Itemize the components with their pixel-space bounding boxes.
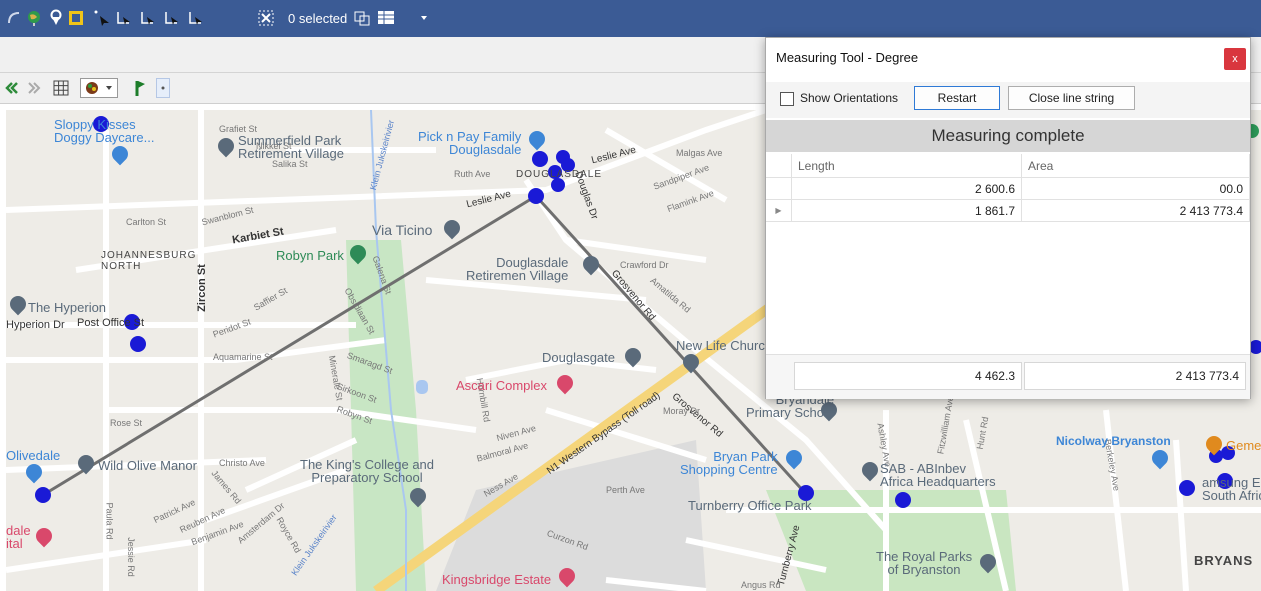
street-label: Ruth Ave	[454, 169, 491, 179]
street-label: Aquamarine St	[213, 352, 273, 362]
pin-icon[interactable]	[46, 8, 66, 28]
poi-label[interactable]: The King's College and Preparatory Schoo…	[300, 458, 434, 484]
poi-label[interactable]: The Royal Parks of Bryanston	[876, 550, 972, 576]
poi-label[interactable]: Ascari Complex	[456, 378, 547, 393]
total-length: 4 462.3	[794, 362, 1022, 390]
dialog-title: Measuring Tool - Degree	[776, 50, 919, 65]
small-button-icon[interactable]	[156, 78, 170, 98]
row-header-corner	[766, 154, 792, 178]
select-arrow-icon[interactable]	[92, 8, 112, 28]
poi-label[interactable]: Kingsbridge Estate	[442, 572, 551, 587]
cell-length[interactable]: 2 600.6	[792, 178, 1022, 200]
street-label: Angus Rd	[741, 580, 781, 590]
measuring-tool-dialog: Measuring Tool - Degree x Show Orientati…	[765, 37, 1251, 399]
poi-label[interactable]: SAB - ABInbev Africa Headquarters	[880, 462, 996, 488]
poi-label[interactable]: Pick n Pay Family Douglasdale	[418, 130, 521, 156]
status-header: Measuring complete	[766, 120, 1250, 152]
street-label: Christo Ave	[219, 458, 265, 468]
grid-icon[interactable]	[52, 78, 70, 98]
green-marker-icon[interactable]	[132, 78, 148, 98]
select-polygon-clear-icon[interactable]	[186, 8, 206, 28]
poi-label[interactable]: Nicolway Bryanston	[1056, 434, 1171, 448]
street-label: Crawford Dr	[620, 260, 669, 270]
restart-button[interactable]: Restart	[914, 86, 1000, 110]
globe-icon[interactable]	[24, 8, 44, 28]
street-label: Moray Dr	[663, 406, 701, 416]
poi-label[interactable]: Robyn Park	[276, 248, 344, 263]
double-chevron-left-icon[interactable]	[4, 78, 20, 98]
area-label: DOUGLASDALE	[516, 169, 603, 180]
measurements-grid: Measuring complete Length Area 2 600.6 0…	[766, 118, 1250, 399]
export-selection-icon[interactable]	[352, 8, 372, 28]
row-selector[interactable]	[766, 178, 792, 200]
close-icon: x	[1232, 53, 1238, 65]
column-header-length[interactable]: Length	[792, 154, 1022, 178]
select-polygon-remove-icon[interactable]	[162, 8, 182, 28]
cell-length[interactable]: 1 861.7	[792, 200, 1022, 222]
street-label: Hyperion Dr	[6, 319, 65, 331]
yellow-square-icon[interactable]	[66, 8, 86, 28]
poi-label[interactable]: Via Ticino	[372, 222, 432, 238]
current-row-arrow-icon: ▶	[775, 206, 782, 215]
street-label: Perth Ave	[606, 485, 645, 495]
poi-label[interactable]: dale ital	[6, 524, 31, 550]
dialog-toolbar: Show Orientations Restart Close line str…	[766, 82, 1250, 119]
street-label: Carlton St	[126, 217, 167, 227]
clear-selection-icon[interactable]	[256, 8, 276, 28]
show-orientations-label[interactable]: Show Orientations	[800, 91, 898, 105]
poi-label[interactable]: New Life Churc	[676, 338, 765, 353]
street-label: Malgas Ave	[676, 148, 723, 158]
street-label: Zircon St	[195, 264, 208, 312]
poi-label[interactable]: Geme	[1226, 438, 1261, 453]
poi-label[interactable]: Olivedale	[6, 448, 60, 463]
table-icon[interactable]	[376, 8, 396, 28]
street-label: Jessie Rd	[125, 537, 136, 577]
street-label: Post Office St	[77, 317, 145, 329]
selection-count: 0 selected	[288, 11, 348, 26]
poi-label[interactable]: Sloppy Kisses Doggy Daycare...	[54, 118, 154, 144]
select-polygon-icon[interactable]	[114, 8, 134, 28]
area-label: BRYANS	[1194, 553, 1254, 568]
street-label: Rose St	[110, 418, 143, 428]
poi-label[interactable]: Wild Olive Manor	[98, 458, 197, 473]
area-label: JOHANNESBURG NORTH	[101, 250, 197, 272]
close-button[interactable]: x	[1224, 48, 1246, 70]
poi-label[interactable]: Douglasdale Retiremen Village	[466, 256, 568, 282]
poi-label[interactable]: Summerfield Park Retirement Village	[238, 134, 344, 160]
cell-area[interactable]: 2 413 773.4	[1022, 200, 1250, 222]
column-header-area[interactable]: Area	[1022, 154, 1250, 178]
main-toolbar: 0 selected	[0, 0, 1261, 37]
double-chevron-right-icon[interactable]	[26, 78, 42, 98]
row-selector-current[interactable]: ▶	[766, 200, 792, 222]
poi-label[interactable]: Bryan Park Shopping Centre	[680, 450, 778, 476]
poi-label[interactable]: amsung El South Africa	[1202, 476, 1261, 502]
curve-tool-icon[interactable]	[4, 8, 24, 28]
poi-label[interactable]: The Hyperion	[28, 300, 106, 315]
palette-dropdown-icon[interactable]	[80, 78, 118, 98]
cell-area[interactable]: 00.0	[1022, 178, 1250, 200]
dropdown-arrow-icon[interactable]	[414, 8, 434, 28]
select-polygon-add-icon[interactable]	[138, 8, 158, 28]
poi-label[interactable]: Turnberry Office Park	[688, 498, 812, 513]
total-area: 2 413 773.4	[1024, 362, 1246, 390]
close-line-string-button[interactable]: Close line string	[1008, 86, 1135, 110]
poi-label[interactable]: Douglasgate	[542, 350, 615, 365]
street-label: Paula Rd	[104, 502, 115, 540]
show-orientations-checkbox[interactable]	[780, 92, 794, 106]
